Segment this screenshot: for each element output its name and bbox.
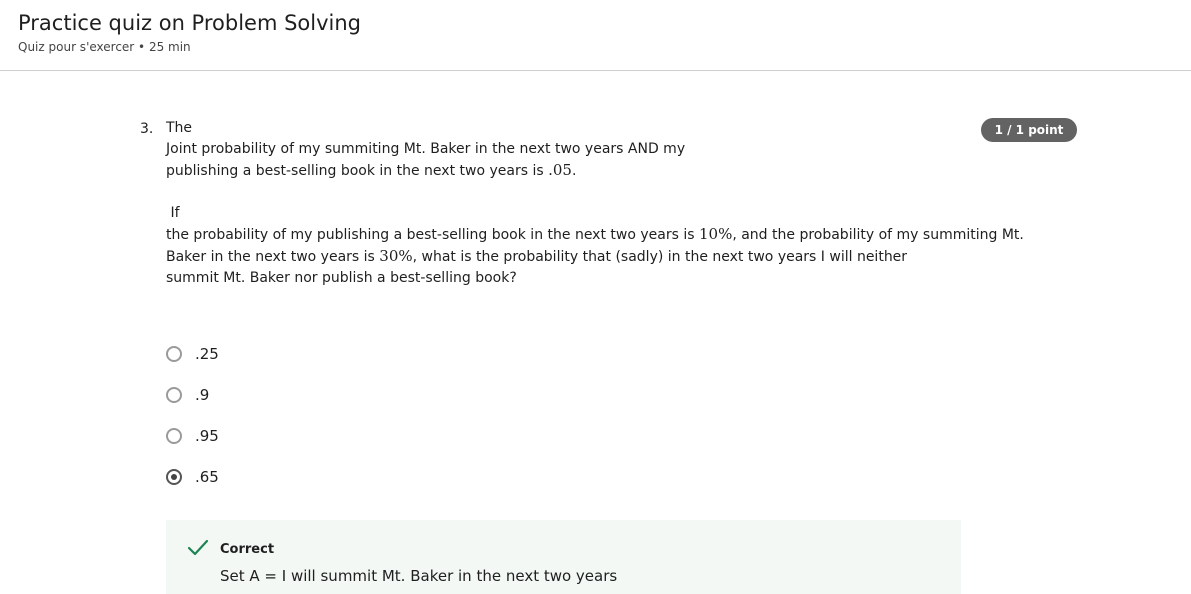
question-line: The [166,120,193,136]
option-label: .95 [195,427,219,445]
radio-button-selected[interactable] [166,469,182,485]
checkmark-icon [187,539,209,556]
question-text: the probability of my publishing a best-… [166,227,699,243]
question-line: publishing a best-selling book in the ne… [166,160,966,182]
math-value: 10% [698,225,733,243]
question-prompt: The Joint probability of my summiting Mt… [166,118,1024,289]
question-text: Baker in the next two years is [166,249,380,265]
quiz-meta: Quiz pour s'exercer • 25 min [18,40,191,54]
question-line: Baker in the next two years is 30%, what… [166,246,966,268]
radio-button[interactable] [166,428,182,444]
math-value: .05 [548,161,572,179]
question-line: Joint probability of my summiting Mt. Ba… [166,141,686,157]
radio-button[interactable] [166,346,182,362]
question-line: summit Mt. Baker nor publish a best-sell… [166,270,517,286]
question-number: 3. [140,121,154,137]
math-value: 30% [379,247,413,265]
answer-option[interactable]: .9 [164,381,364,409]
feedback-text: Set A = I will summit Mt. Baker in the n… [220,567,618,585]
question-text: , and the probability of my summiting Mt… [732,227,1024,243]
quiz-header: Practice quiz on Problem Solving Quiz po… [0,0,1191,71]
question-text: , what is the probability that (sadly) i… [412,249,908,265]
score-badge: 1 / 1 point [981,118,1077,142]
answer-option[interactable]: .95 [164,422,364,450]
question-text: publishing a best-selling book in the ne… [166,163,549,179]
page-title: Practice quiz on Problem Solving [18,11,362,35]
question-text: . [571,163,577,179]
option-label: .25 [195,345,219,363]
answer-option[interactable]: .65 [164,463,364,491]
option-label: .65 [195,468,219,486]
question-line: the probability of my publishing a best-… [166,224,1024,246]
answer-option[interactable]: .25 [164,340,364,368]
radio-button[interactable] [166,387,182,403]
feedback-panel: Correct Set A = I will summit Mt. Baker … [166,520,961,594]
question-line: If [166,205,180,221]
option-label: .9 [195,386,210,404]
feedback-title: Correct [220,542,275,557]
